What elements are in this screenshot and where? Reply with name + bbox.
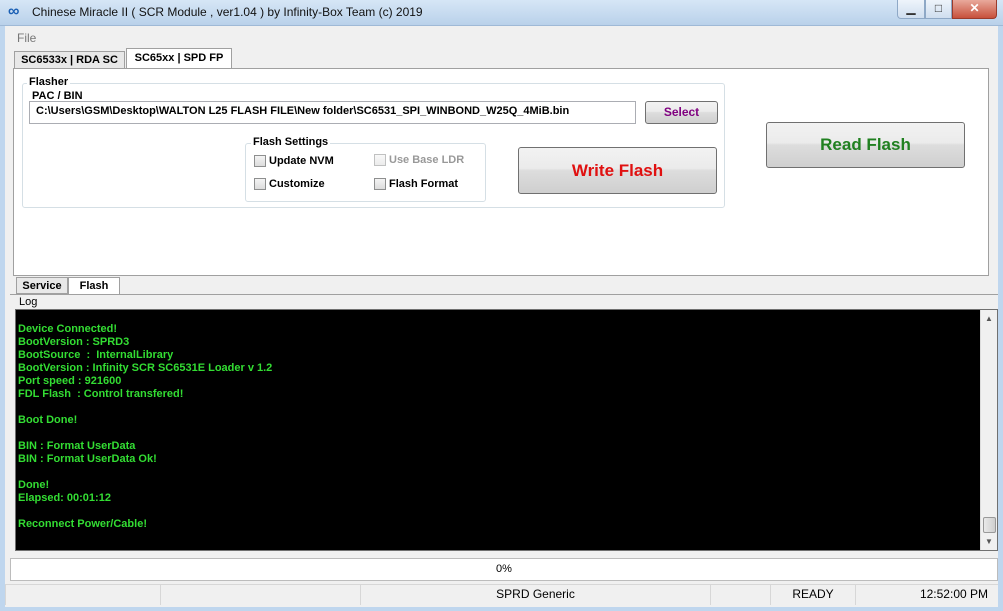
- status-clock: 12:52:00 PM: [855, 584, 998, 605]
- update-nvm-checkbox[interactable]: [254, 155, 266, 167]
- flash-settings-group: [245, 143, 486, 202]
- tab-flash[interactable]: Flash: [68, 277, 120, 295]
- maximize-button[interactable]: □: [925, 0, 952, 19]
- status-cell-2: [160, 584, 360, 605]
- log-console: [15, 309, 998, 551]
- select-button[interactable]: Select: [645, 101, 718, 124]
- progress-bar: 0%: [10, 558, 998, 581]
- log-label: Log: [19, 296, 38, 308]
- log-line: BootVersion : Infinity SCR SC6531E Loade…: [18, 362, 273, 374]
- log-line: Done!: [18, 479, 50, 491]
- flasher-group-title: Flasher: [27, 76, 71, 88]
- close-button[interactable]: ✕: [952, 0, 997, 19]
- flash-format-checkbox[interactable]: [374, 178, 386, 190]
- pac-bin-path-field[interactable]: C:\Users\GSM\Desktop\WALTON L25 FLASH FI…: [29, 101, 636, 124]
- status-cell-platform: SPRD Generic: [360, 584, 710, 605]
- log-line: FDL Flash : Control transfered!: [18, 388, 184, 400]
- customize-checkbox[interactable]: [254, 178, 266, 190]
- scroll-down-icon[interactable]: ▼: [981, 534, 997, 550]
- tab-divider: [10, 294, 998, 295]
- log-line: Device Connected!: [18, 323, 118, 335]
- tab-service[interactable]: Service: [16, 277, 68, 294]
- window-title: Chinese Miracle II ( SCR Module , ver1.0…: [32, 5, 423, 19]
- scroll-thumb[interactable]: [983, 517, 996, 533]
- tab-sc65xx-spd-fp[interactable]: SC65xx | SPD FP: [126, 48, 232, 69]
- log-line: Boot Done!: [18, 414, 78, 426]
- log-line: Port speed : 921600: [18, 375, 122, 387]
- log-line: Reconnect Power/Cable!: [18, 518, 147, 530]
- log-line: BIN : Format UserData: [18, 440, 136, 452]
- write-flash-button[interactable]: Write Flash: [518, 147, 717, 194]
- menu-file[interactable]: File: [17, 31, 36, 45]
- flash-format-label: Flash Format: [389, 178, 459, 190]
- infinity-icon: ∞: [8, 3, 20, 20]
- status-cell-4: [710, 584, 770, 605]
- update-nvm-label: Update NVM: [269, 155, 334, 167]
- menu-bar: [5, 27, 998, 47]
- customize-label: Customize: [269, 178, 325, 190]
- flash-settings-title: Flash Settings: [251, 136, 331, 148]
- log-scrollbar[interactable]: ▲ ▼: [980, 310, 997, 550]
- use-base-ldr-checkbox[interactable]: [374, 154, 386, 166]
- tab-sc6533x-rda-sc[interactable]: SC6533x | RDA SC: [14, 51, 125, 69]
- scroll-up-icon[interactable]: ▲: [981, 311, 997, 327]
- use-base-ldr-label: Use Base LDR: [389, 154, 465, 166]
- log-line: Elapsed: 00:01:12: [18, 492, 111, 504]
- minimize-button[interactable]: ▁: [897, 0, 925, 19]
- read-flash-button[interactable]: Read Flash: [766, 122, 965, 168]
- log-line: BIN : Format UserData Ok!: [18, 453, 157, 465]
- status-ready: READY: [770, 584, 855, 605]
- status-cell-1: [5, 584, 160, 605]
- log-line: BootVersion : SPRD3: [18, 336, 130, 348]
- log-line: BootSource : InternalLibrary: [18, 349, 174, 361]
